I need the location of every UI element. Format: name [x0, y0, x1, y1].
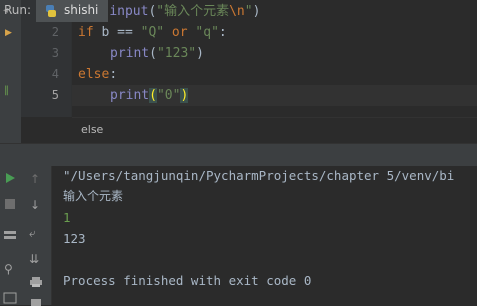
layout-icon[interactable]	[3, 292, 17, 304]
run-tab-label[interactable]: shishi	[64, 3, 98, 17]
run-config-icon[interactable]: ‖	[4, 84, 9, 98]
console-result-line: 123	[63, 231, 86, 246]
python-icon	[46, 5, 56, 17]
up-arrow-icon[interactable]: ↑	[30, 172, 40, 186]
console-path-line: "/Users/tangjunqin/PycharmProjects/chapt…	[63, 168, 455, 183]
console-prompt-line: 输入个元素	[63, 189, 124, 203]
breadcrumb[interactable]: else	[72, 117, 477, 144]
code-line-2[interactable]: if b == "Q" or "q":	[78, 22, 227, 43]
print-icon[interactable]	[29, 276, 43, 288]
console-exit-line: Process finished with exit code 0	[63, 273, 312, 288]
folder-icon[interactable]: ▶	[5, 26, 12, 40]
pin-icon[interactable]: ⚲	[4, 262, 13, 276]
wrap-icon[interactable]: ⤶	[29, 226, 36, 240]
code-line-3[interactable]: print("123")	[110, 43, 204, 64]
run-label: Run:	[4, 3, 32, 17]
breadcrumb-item[interactable]: else	[81, 123, 103, 136]
line-number: 4	[51, 67, 59, 81]
run-toolbar-secondary: ↑ ↓ ⤶ ⇊	[21, 166, 52, 306]
line-number: 3	[51, 46, 59, 60]
code-line-4[interactable]: else:	[78, 64, 117, 85]
stop-icon[interactable]	[4, 198, 16, 210]
editor-left-strip: ◂ ▶ ‖	[0, 0, 21, 143]
layout-icon[interactable]	[3, 230, 17, 242]
run-icon[interactable]	[4, 172, 16, 184]
run-toolwindow-header	[0, 143, 477, 167]
run-toolbar-primary: ⚲	[0, 166, 21, 305]
matched-bracket: (	[149, 88, 157, 103]
code-line-5[interactable]: print("0")	[110, 85, 189, 106]
scroll-end-icon[interactable]: ⇊	[29, 252, 39, 266]
matched-bracket: )	[180, 88, 189, 103]
console-user-input: 1	[63, 210, 71, 225]
line-number: 2	[51, 25, 59, 39]
line-number: 5	[51, 88, 59, 102]
down-arrow-icon[interactable]: ↓	[30, 198, 40, 212]
